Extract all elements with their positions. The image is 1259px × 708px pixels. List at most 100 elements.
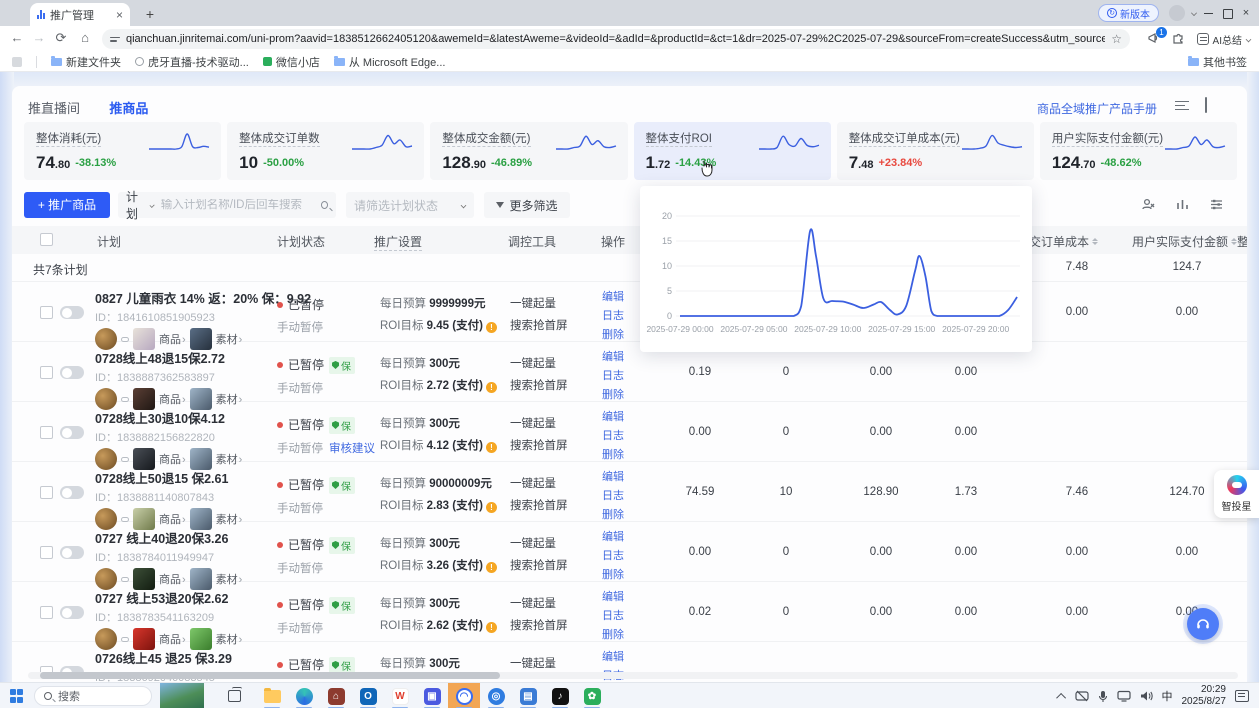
taskbar-notes-icon[interactable]: ▤	[512, 683, 544, 708]
edit-link[interactable]: 编辑	[593, 408, 633, 424]
one-key-boost-link[interactable]: 一键起量	[510, 295, 590, 311]
task-view-icon[interactable]	[228, 690, 241, 702]
row-checkbox[interactable]	[40, 306, 53, 319]
url-box[interactable]: qianchuan.jinritemai.com/uni-prom?aavid=…	[102, 29, 1130, 49]
row-enable-toggle[interactable]	[60, 486, 84, 499]
one-key-boost-link[interactable]: 一键起量	[510, 595, 590, 611]
search-top-screen-link[interactable]: 搜索抢首屏	[510, 617, 590, 633]
extensions-icon[interactable]	[1171, 31, 1187, 47]
edit-link[interactable]: 编辑	[593, 648, 633, 664]
back-icon[interactable]: ←	[8, 30, 26, 45]
one-key-boost-link[interactable]: 一键起量	[510, 475, 590, 491]
taskbar-tiktok-icon[interactable]: ♪	[544, 683, 576, 708]
select-all-checkbox[interactable]	[40, 233, 53, 246]
other-bookmarks[interactable]: 其他书签	[1188, 54, 1247, 70]
promo-extension-icon[interactable]: 1	[1147, 31, 1163, 47]
edit-link[interactable]: 编辑	[593, 588, 633, 604]
scrollbar-thumb[interactable]	[40, 672, 500, 679]
speaker-icon[interactable]	[1140, 690, 1153, 702]
url-text[interactable]: qianchuan.jinritemai.com/uni-prom?aavid=…	[126, 33, 1105, 45]
weather-widget[interactable]	[160, 683, 204, 708]
add-promotion-button[interactable]: + 推广商品	[24, 192, 110, 218]
maximize-button[interactable]	[1221, 7, 1235, 19]
tab-close-icon[interactable]: ×	[116, 8, 123, 22]
start-button-icon[interactable]	[10, 689, 24, 703]
taskbar-edge-icon[interactable]	[288, 683, 320, 708]
tray-expand-icon[interactable]	[1056, 692, 1066, 702]
taskbar-outlook-icon[interactable]: O	[352, 683, 384, 708]
tab-promote-live[interactable]: 推直播间	[28, 98, 80, 117]
delete-link[interactable]: 删除	[593, 446, 633, 462]
one-key-boost-link[interactable]: 一键起量	[510, 355, 590, 371]
plan-title[interactable]: 0728线上30退10保4.12	[95, 408, 280, 427]
row-checkbox[interactable]	[40, 366, 53, 379]
custom-columns-icon[interactable]	[1207, 197, 1225, 215]
plan-title[interactable]: 0827 儿童雨衣 14% 返：20% 保：9.92	[95, 288, 280, 307]
forward-icon[interactable]: →	[30, 30, 48, 45]
row-enable-toggle[interactable]	[60, 546, 84, 559]
review-suggestion-link[interactable]: 审核建议	[329, 443, 375, 455]
delete-link[interactable]: 删除	[593, 566, 633, 582]
close-button[interactable]: ×	[1239, 7, 1253, 19]
edit-link[interactable]: 编辑	[593, 528, 633, 544]
version-badge[interactable]: ↻新版本	[1098, 4, 1159, 22]
bookmark-item[interactable]: 新建文件夹	[51, 54, 121, 70]
taskbar-store-icon[interactable]: ⌂	[320, 683, 352, 708]
site-settings-icon[interactable]	[110, 37, 120, 42]
delete-link[interactable]: 删除	[593, 386, 633, 402]
reload-icon[interactable]: ⟳	[52, 30, 70, 46]
warning-icon[interactable]	[486, 562, 497, 573]
help-button[interactable]	[1187, 608, 1219, 640]
taskbar-explorer-icon[interactable]	[256, 683, 288, 708]
warning-icon[interactable]	[486, 382, 497, 393]
row-checkbox[interactable]	[40, 546, 53, 559]
log-link[interactable]: 日志	[593, 607, 633, 623]
row-checkbox[interactable]	[40, 426, 53, 439]
bookmark-star-icon[interactable]: ☆	[1111, 32, 1122, 46]
search-top-screen-link[interactable]: 搜索抢首屏	[510, 437, 590, 453]
warning-icon[interactable]	[486, 322, 497, 333]
warning-icon[interactable]	[486, 502, 497, 513]
stat-card-order-cost[interactable]: 整体成交订单成本(元) 7.48+23.84%	[837, 122, 1034, 180]
row-enable-toggle[interactable]	[60, 606, 84, 619]
delete-link[interactable]: 删除	[593, 326, 633, 342]
edit-link[interactable]: 编辑	[593, 288, 633, 304]
horizontal-scrollbar[interactable]	[28, 672, 1238, 679]
plan-title[interactable]: 0727 线上53退20保2.62	[95, 588, 280, 607]
bookmark-item[interactable]: 从 Microsoft Edge...	[334, 54, 446, 70]
notification-center-icon[interactable]	[1235, 690, 1249, 702]
search-type-select[interactable]: 计划	[126, 188, 155, 222]
taskbar-wps-icon[interactable]: W	[384, 683, 416, 708]
more-filters-button[interactable]: 更多筛选	[484, 192, 570, 218]
plan-title[interactable]: 0728线上50退15 保2.61	[95, 468, 280, 487]
search-input[interactable]	[161, 199, 315, 211]
plan-title[interactable]: 0726线上45 退25 保3.29	[95, 648, 280, 667]
delete-link[interactable]: 删除	[593, 506, 633, 522]
stat-card-cost[interactable]: 整体消耗(元) 74.80-38.13%	[24, 122, 221, 180]
row-enable-toggle[interactable]	[60, 306, 84, 319]
row-checkbox[interactable]	[40, 486, 53, 499]
bookmark-item[interactable]: 微信小店	[263, 54, 320, 70]
one-key-boost-link[interactable]: 一键起量	[510, 415, 590, 431]
row-checkbox[interactable]	[40, 606, 53, 619]
stat-card-user-pay[interactable]: 用户实际支付金额(元) 124.70-48.62%	[1040, 122, 1237, 180]
chevron-down-icon[interactable]	[1191, 10, 1197, 16]
display-settings-icon[interactable]	[1173, 98, 1191, 114]
warning-icon[interactable]	[486, 622, 497, 633]
search-top-screen-link[interactable]: 搜索抢首屏	[510, 317, 590, 333]
search-top-screen-link[interactable]: 搜索抢首屏	[510, 497, 590, 513]
one-key-boost-link[interactable]: 一键起量	[510, 655, 590, 671]
ime-indicator[interactable]: 中	[1162, 688, 1173, 704]
side-panel-icon[interactable]	[12, 57, 22, 67]
fullscreen-icon[interactable]	[1205, 98, 1223, 114]
browser-tab[interactable]: 推广管理 ×	[30, 3, 130, 26]
search-top-screen-link[interactable]: 搜索抢首屏	[510, 557, 590, 573]
touchpad-off-icon[interactable]	[1075, 690, 1089, 702]
taskbar-clock[interactable]: 20:29 2025/8/27	[1182, 684, 1227, 708]
bookmark-item[interactable]: 虎牙直播-技术驱动...	[135, 54, 249, 70]
delete-link[interactable]: 删除	[593, 626, 633, 642]
search-icon[interactable]	[321, 201, 328, 209]
plan-title[interactable]: 0727 线上40退20保3.26	[95, 528, 280, 547]
edit-link[interactable]: 编辑	[593, 348, 633, 364]
microphone-icon[interactable]	[1098, 690, 1108, 703]
